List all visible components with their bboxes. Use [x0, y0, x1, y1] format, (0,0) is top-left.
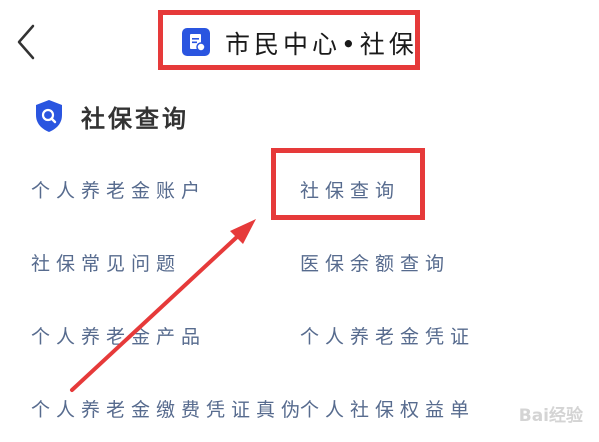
red-arrow-icon	[70, 219, 256, 392]
watermark: Bai经验	[518, 406, 583, 426]
